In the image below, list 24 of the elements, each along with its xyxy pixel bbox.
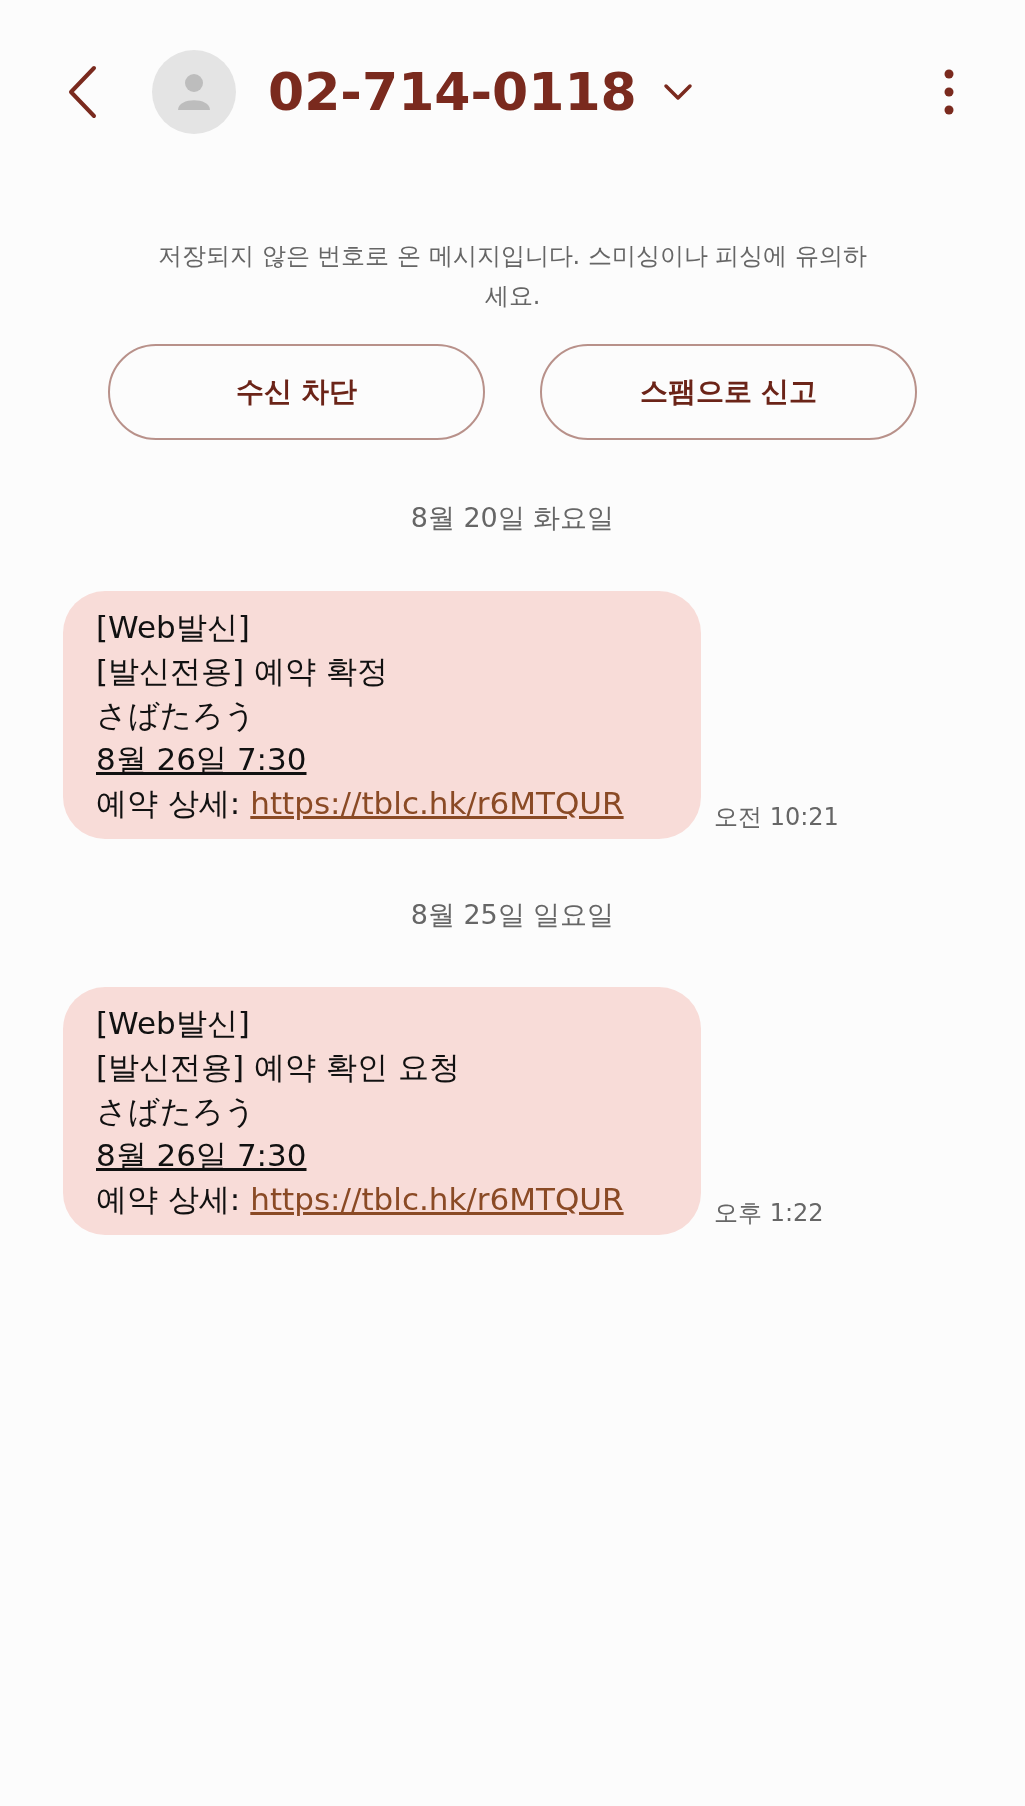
contact-number[interactable]: 02-714-0118 <box>268 53 637 131</box>
date-separator: 8월 20일 화요일 <box>410 501 615 535</box>
unsaved-number-warning: 저장되지 않은 번호로 온 메시지입니다. 스미싱이나 피싱에 유의하세요. <box>157 241 868 312</box>
action-button[interactable]: 스팸으로 신고 <box>540 344 917 440</box>
message-text: 예약 상세: <box>96 1180 241 1219</box>
message-time: 오후 1:22 <box>714 1198 824 1229</box>
date-separator: 8월 25일 일요일 <box>410 897 615 932</box>
more-options-icon[interactable] <box>943 69 955 115</box>
chevron-down-icon[interactable] <box>662 83 693 101</box>
message-text: [발신전용] 예약 확인 요청 <box>96 1048 461 1087</box>
message-text: 예약 상세: <box>96 783 241 823</box>
link[interactable]: https://tblc.hk/r6MTQUR <box>250 780 624 825</box>
message-text: [Web발신] <box>96 607 251 647</box>
link[interactable]: https://tblc.hk/r6MTQUR <box>250 1177 624 1221</box>
message-text: さばたろう <box>96 1092 257 1131</box>
message-bubble[interactable]: [Web발신] [발신전용] 예약 확정 さばたろう 8월 26일 7:30 예약 상세: https://tblc.hk/r6MTQUR <box>63 590 701 839</box>
message-text: [Web발신] <box>96 1004 251 1043</box>
message-bubble[interactable]: [Web발신] [발신전용] 예약 확인 요청 さばたろう 8월 26일 7:30 예약 상세: https://tblc.hk/r6MTQUR <box>63 987 701 1235</box>
date-time-text[interactable]: 8월 26일 7:30 <box>96 736 307 781</box>
date-time-text[interactable]: 8월 26일 7:30 <box>96 1133 307 1177</box>
message-text: さばたろう <box>96 695 257 735</box>
message-text: [발신전용] 예약 확정 <box>96 651 389 691</box>
message-time: 오전 10:21 <box>714 801 839 833</box>
action-button[interactable]: 수신 차단 <box>108 344 485 440</box>
